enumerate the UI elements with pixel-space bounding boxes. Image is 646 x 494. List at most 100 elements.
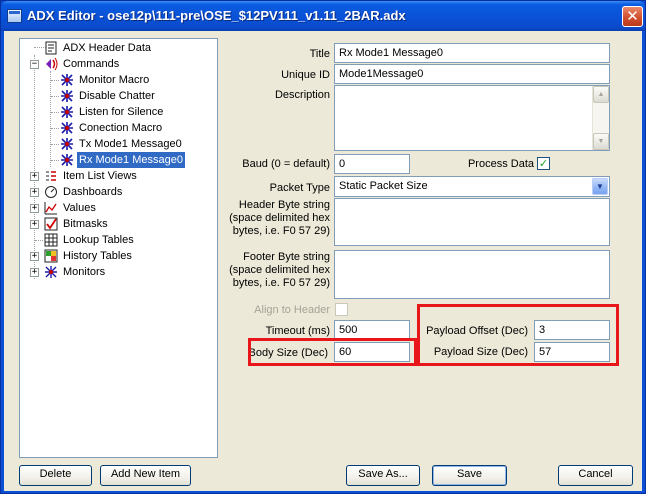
commands-icon <box>46 57 58 71</box>
tree-connector <box>51 112 59 113</box>
packet-type-label: Packet Type <box>269 182 330 194</box>
title-input[interactable]: Rx Mode1 Message0 <box>334 43 610 63</box>
tree-item-lookup-tables[interactable]: Lookup Tables <box>20 232 217 248</box>
save-as-button[interactable]: Save As... <box>346 465 420 486</box>
description-label: Description <box>274 89 330 101</box>
dialog-client-area: ADX Header Data − Commands Monitor Macro… <box>4 31 642 491</box>
tree-connector <box>51 160 59 161</box>
delete-button[interactable]: Delete <box>19 465 92 486</box>
tree-item-label: Conection Macro <box>79 122 163 134</box>
tree-item-conection-macro[interactable]: Conection Macro <box>20 120 217 136</box>
tree-item-dashboards[interactable]: + Dashboards <box>20 184 217 200</box>
expand-toggle[interactable]: + <box>30 220 39 229</box>
monitor-icon <box>45 266 57 278</box>
tree-connector <box>51 80 59 81</box>
macro-icon <box>61 122 73 134</box>
macro-icon <box>61 106 73 118</box>
title-label: Title <box>309 48 330 60</box>
tree-item-item-list-views[interactable]: + Item List Views <box>20 168 217 184</box>
baud-input[interactable]: 0 <box>334 154 410 174</box>
tree-item-label: ADX Header Data <box>63 42 152 54</box>
macro-icon <box>61 90 73 102</box>
header-bytes-label-line: Header Byte string <box>238 199 330 211</box>
unique-id-input[interactable]: Mode1Message0 <box>334 64 610 84</box>
packet-type-value: Static Packet Size <box>339 180 428 192</box>
window-title: ADX Editor - ose12p\111-pre\OSE_$12PV111… <box>27 8 406 23</box>
tree-item-bitmasks[interactable]: + Bitmasks <box>20 216 217 232</box>
timeout-label: Timeout (ms) <box>265 325 330 337</box>
footer-bytes-label-line: bytes, i.e. F0 57 29) <box>232 277 330 289</box>
header-bytes-input[interactable] <box>334 198 610 246</box>
tree-item-rx-mode1-message0[interactable]: Rx Mode1 Message0 <box>20 152 217 168</box>
tree-item-tx-mode1-message0[interactable]: Tx Mode1 Message0 <box>20 136 217 152</box>
tree-item-label: Rx Mode1 Message0 <box>77 152 185 168</box>
tree-item-commands[interactable]: − Commands <box>20 56 217 72</box>
header-bytes-label-line: bytes, i.e. F0 57 29) <box>232 225 330 237</box>
cancel-button[interactable]: Cancel <box>558 465 633 486</box>
align-to-header-label: Align to Header <box>254 304 330 316</box>
tree-connector <box>35 240 43 241</box>
tree-item-label: Disable Chatter <box>79 90 155 102</box>
unique-id-label: Unique ID <box>281 69 330 81</box>
packet-type-select[interactable]: Static Packet Size ▼ <box>334 176 610 197</box>
process-data-checkbox[interactable]: ✓ <box>537 157 550 170</box>
dashboard-icon <box>45 186 57 198</box>
header-bytes-label-line: (space delimited hex <box>229 212 330 224</box>
close-button[interactable]: ✕ <box>622 6 643 27</box>
chevron-down-icon[interactable]: ▼ <box>592 178 608 195</box>
footer-bytes-label-line: Footer Byte string <box>243 251 330 263</box>
tree-item-monitor-macro[interactable]: Monitor Macro <box>20 72 217 88</box>
header-bytes-label: Header Byte string (space delimited hex … <box>200 199 330 238</box>
scroll-down-icon[interactable]: ▼ <box>593 133 609 150</box>
footer-bytes-input[interactable] <box>334 250 610 299</box>
body-size-highlight <box>248 338 417 366</box>
table-icon <box>44 233 58 247</box>
title-bar[interactable]: ADX Editor - ose12p\111-pre\OSE_$12PV111… <box>1 1 645 31</box>
tree-item-history-tables[interactable]: + History Tables <box>20 248 217 264</box>
tree-item-label: Monitor Macro <box>79 74 150 86</box>
tree-item-label: Values <box>63 202 96 214</box>
baud-label: Baud (0 = default) <box>242 158 330 170</box>
tree-item-label: Listen for Silence <box>79 106 164 118</box>
expand-toggle[interactable]: + <box>30 172 39 181</box>
tree-connector <box>51 96 59 97</box>
tree-item-label: Tx Mode1 Message0 <box>79 138 182 150</box>
description-textarea[interactable]: ▲ ▼ <box>334 85 610 151</box>
tree-item-label: History Tables <box>63 250 132 262</box>
tree-item-label: Item List Views <box>63 170 137 182</box>
timeout-input[interactable]: 500 <box>334 320 410 340</box>
tree-item-label: Dashboards <box>63 186 123 198</box>
footer-bytes-label: Footer Byte string (space delimited hex … <box>200 251 330 290</box>
history-icon <box>44 249 58 263</box>
description-scrollbar[interactable]: ▲ ▼ <box>592 86 609 150</box>
add-new-item-button[interactable]: Add New Item <box>100 465 191 486</box>
macro-icon <box>61 74 73 86</box>
bitmask-icon <box>44 217 58 231</box>
align-to-header-checkbox[interactable] <box>335 303 348 316</box>
expand-toggle[interactable]: + <box>30 268 39 277</box>
expand-toggle[interactable]: + <box>30 204 39 213</box>
tree-item-listen-for-silence[interactable]: Listen for Silence <box>20 104 217 120</box>
values-icon <box>44 202 57 215</box>
process-data-label: Process Data <box>467 158 534 170</box>
expand-toggle[interactable]: + <box>30 188 39 197</box>
macro-icon <box>61 154 73 166</box>
tree-connector <box>51 144 59 145</box>
collapse-toggle[interactable]: − <box>30 60 39 69</box>
tree-connector <box>51 128 59 129</box>
tree-item-label: Lookup Tables <box>63 234 134 246</box>
document-icon <box>45 41 57 55</box>
item-tree[interactable]: ADX Header Data − Commands Monitor Macro… <box>19 38 218 458</box>
expand-toggle[interactable]: + <box>30 252 39 261</box>
payload-highlight <box>417 304 619 366</box>
tree-item-monitors[interactable]: + Monitors <box>20 264 217 280</box>
tree-item-disable-chatter[interactable]: Disable Chatter <box>20 88 217 104</box>
scroll-up-icon[interactable]: ▲ <box>593 86 609 103</box>
list-icon <box>46 171 56 181</box>
tree-item-adx-header-data[interactable]: ADX Header Data <box>20 40 217 56</box>
footer-bytes-label-line: (space delimited hex <box>229 264 330 276</box>
save-button[interactable]: Save <box>432 465 507 486</box>
macro-icon <box>61 138 73 150</box>
tree-item-values[interactable]: + Values <box>20 200 217 216</box>
tree-item-label: Commands <box>63 58 120 70</box>
